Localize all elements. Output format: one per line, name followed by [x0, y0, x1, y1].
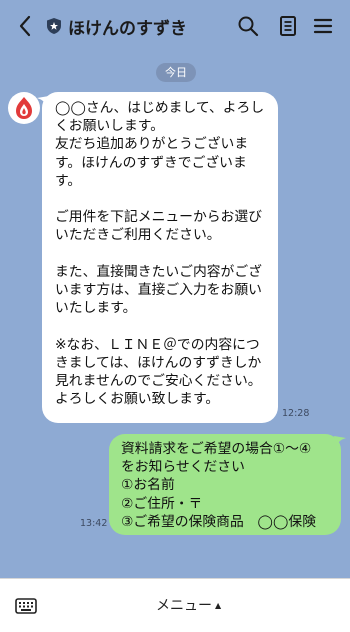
bottom-bar: メニュー ▲ [0, 578, 350, 632]
menu-icon[interactable] [311, 14, 335, 38]
outgoing-message-bubble[interactable]: 資料請求をご希望の場合①〜④ をお知らせください ①お名前 ②ご住所・〒 ③ご希… [109, 434, 341, 535]
menu-label: メニュー [156, 598, 212, 614]
date-separator: 今日 [156, 63, 196, 82]
incoming-message-bubble[interactable]: ◯◯さん、はじめまして、よろしくお願いします。 友だち追加ありがとうございます。… [42, 92, 278, 423]
search-icon[interactable] [236, 14, 260, 38]
menu-toggle-button[interactable]: メニュー ▲ [156, 595, 221, 615]
keyboard-icon[interactable] [15, 598, 37, 614]
caret-up-icon: ▲ [215, 601, 222, 610]
outgoing-message-time: 13:42 [80, 518, 108, 529]
shield-icon [47, 18, 61, 34]
chat-header: ほけんのすずき [0, 0, 350, 52]
back-chevron-icon[interactable] [14, 12, 38, 40]
chat-title: ほけんのすずき [68, 19, 187, 39]
notes-icon[interactable] [276, 14, 300, 38]
incoming-message-time: 12:28 [282, 408, 310, 419]
flame-logo-icon [16, 97, 32, 119]
avatar[interactable] [8, 92, 40, 124]
